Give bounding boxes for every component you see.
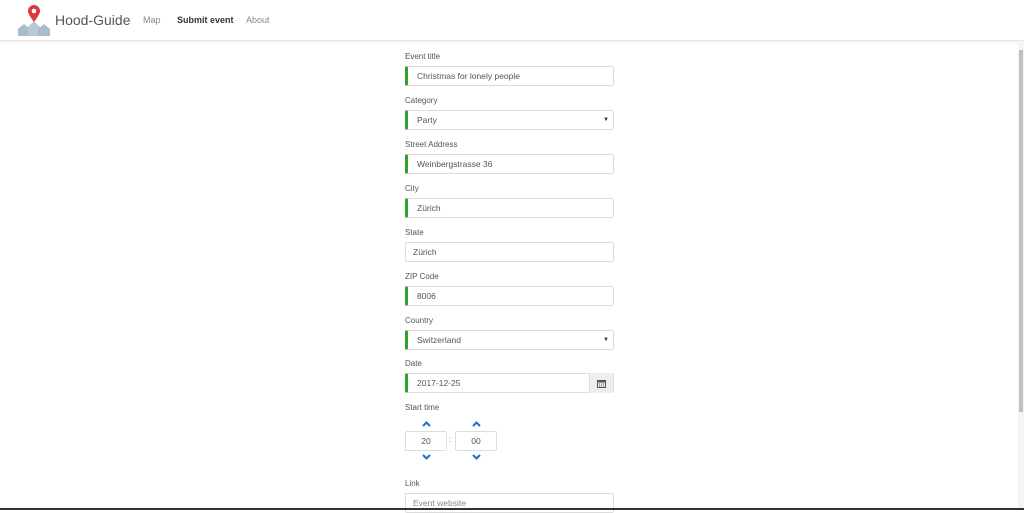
chevron-up-icon	[421, 421, 431, 427]
street-input[interactable]: Weinbergstrasse 36	[405, 154, 614, 174]
minute-increment-button[interactable]	[471, 420, 481, 428]
minute-decrement-button[interactable]	[471, 453, 481, 461]
zip-input[interactable]: 8006	[405, 286, 614, 306]
chevron-down-icon	[471, 454, 481, 460]
country-select[interactable]: Switzerland ▼	[405, 330, 614, 350]
zip-value: 8006	[417, 291, 436, 301]
state-label: State	[405, 228, 424, 237]
city-label: City	[405, 184, 419, 193]
chevron-down-icon	[421, 454, 431, 460]
calendar-icon	[597, 379, 606, 388]
navbar: Hood-Guide Map Submit event About	[0, 0, 1024, 41]
category-value: Party	[417, 115, 437, 125]
state-value: Zürich	[413, 247, 437, 257]
country-value: Switzerland	[417, 335, 461, 345]
chevron-up-icon	[471, 421, 481, 427]
caret-down-icon: ▼	[603, 337, 609, 343]
date-label: Date	[405, 359, 422, 368]
nav-map[interactable]: Map	[143, 15, 161, 25]
date-value: 2017-12-25	[417, 378, 461, 388]
street-value: Weinbergstrasse 36	[417, 159, 493, 169]
hour-increment-button[interactable]	[421, 420, 431, 428]
nav-submit-event[interactable]: Submit event	[177, 15, 234, 25]
link-input[interactable]: Event website	[405, 493, 614, 513]
nav-about[interactable]: About	[246, 15, 270, 25]
minute-input[interactable]: 00	[455, 431, 497, 451]
event-title-value: Christmas for lonely people	[417, 71, 520, 81]
calendar-button[interactable]	[589, 373, 613, 393]
link-placeholder: Event website	[413, 498, 466, 508]
country-label: Country	[405, 316, 434, 325]
event-title-input[interactable]: Christmas for lonely people	[405, 66, 614, 86]
brand-name[interactable]: Hood-Guide	[55, 12, 131, 28]
scrollbar-thumb[interactable]	[1019, 50, 1023, 412]
event-title-label: Event title	[405, 52, 441, 61]
scrollbar[interactable]	[1018, 41, 1024, 510]
link-label: Link	[405, 479, 420, 488]
city-value: Zürich	[417, 203, 441, 213]
caret-down-icon: ▼	[603, 117, 609, 123]
date-input[interactable]: 2017-12-25	[405, 373, 614, 393]
city-input[interactable]: Zürich	[405, 198, 614, 218]
start-time-label: Start time	[405, 403, 440, 412]
logo-icon[interactable]	[17, 4, 51, 36]
category-select[interactable]: Party ▼	[405, 110, 614, 130]
street-label: Street Address	[405, 140, 458, 149]
hour-decrement-button[interactable]	[421, 453, 431, 461]
zip-label: ZIP Code	[405, 272, 439, 281]
hour-input[interactable]: 20	[405, 431, 447, 451]
time-separator: :	[449, 435, 452, 444]
state-input[interactable]: Zürich	[405, 242, 614, 262]
category-label: Category	[405, 96, 438, 105]
